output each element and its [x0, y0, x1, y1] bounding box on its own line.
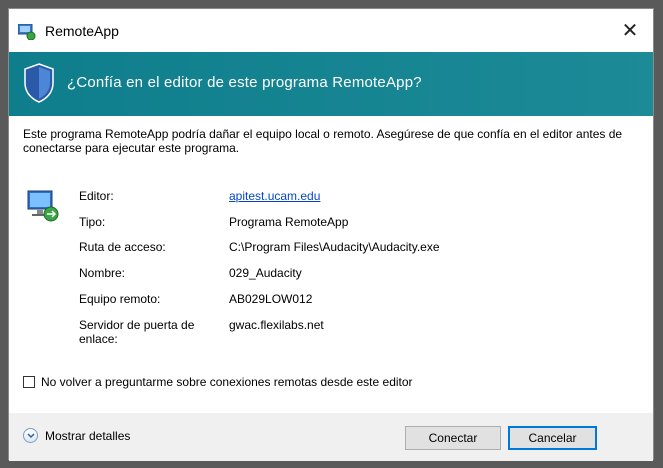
gateway-value: gwac.flexilabs.net: [229, 318, 324, 332]
window-title: RemoteApp: [45, 23, 119, 39]
name-value: 029_Audacity: [229, 266, 302, 280]
shield-icon: [24, 63, 54, 103]
title-bar: RemoteApp ✕: [9, 9, 653, 52]
name-label: Nombre:: [79, 266, 126, 280]
editor-link[interactable]: apitest.ucam.edu: [229, 189, 320, 203]
type-value: Programa RemoteApp: [229, 215, 349, 229]
gateway-label: Servidor de puerta de enlace:: [79, 318, 195, 346]
dont-ask-again-option[interactable]: No volver a preguntarme sobre conexiones…: [23, 375, 413, 389]
path-value: C:\Program Files\Audacity\Audacity.exe: [229, 240, 440, 254]
remote-computer-label: Equipo remoto:: [79, 292, 161, 306]
warning-description: Este programa RemoteApp podría dañar el …: [23, 127, 623, 155]
cancel-button[interactable]: Cancelar: [508, 426, 597, 450]
remote-pc-icon: [27, 190, 59, 222]
close-icon: ✕: [621, 20, 639, 42]
editor-label: Editor:: [79, 189, 114, 203]
dialog-footer: Mostrar detalles Conectar Cancelar: [9, 413, 653, 461]
close-button[interactable]: ✕: [607, 9, 653, 52]
remoteapp-dialog: RemoteApp ✕ ¿Confía en el editor de este…: [8, 8, 654, 461]
dialog-content: Este programa RemoteApp podría dañar el …: [9, 116, 653, 413]
connect-button[interactable]: Conectar: [405, 426, 501, 450]
path-label: Ruta de acceso:: [79, 240, 166, 254]
chevron-down-icon[interactable]: [23, 428, 38, 443]
show-details-label[interactable]: Mostrar detalles: [45, 429, 130, 443]
dont-ask-again-label[interactable]: No volver a preguntarme sobre conexiones…: [41, 375, 413, 389]
show-details-toggle[interactable]: Mostrar detalles: [23, 428, 130, 443]
trust-banner: ¿Confía en el editor de este programa Re…: [9, 52, 653, 116]
remoteapp-icon: [18, 24, 36, 40]
dont-ask-again-checkbox[interactable]: [23, 376, 35, 388]
banner-title: ¿Confía en el editor de este programa Re…: [67, 74, 422, 91]
remote-computer-value: AB029LOW012: [229, 292, 313, 306]
type-label: Tipo:: [79, 215, 106, 229]
